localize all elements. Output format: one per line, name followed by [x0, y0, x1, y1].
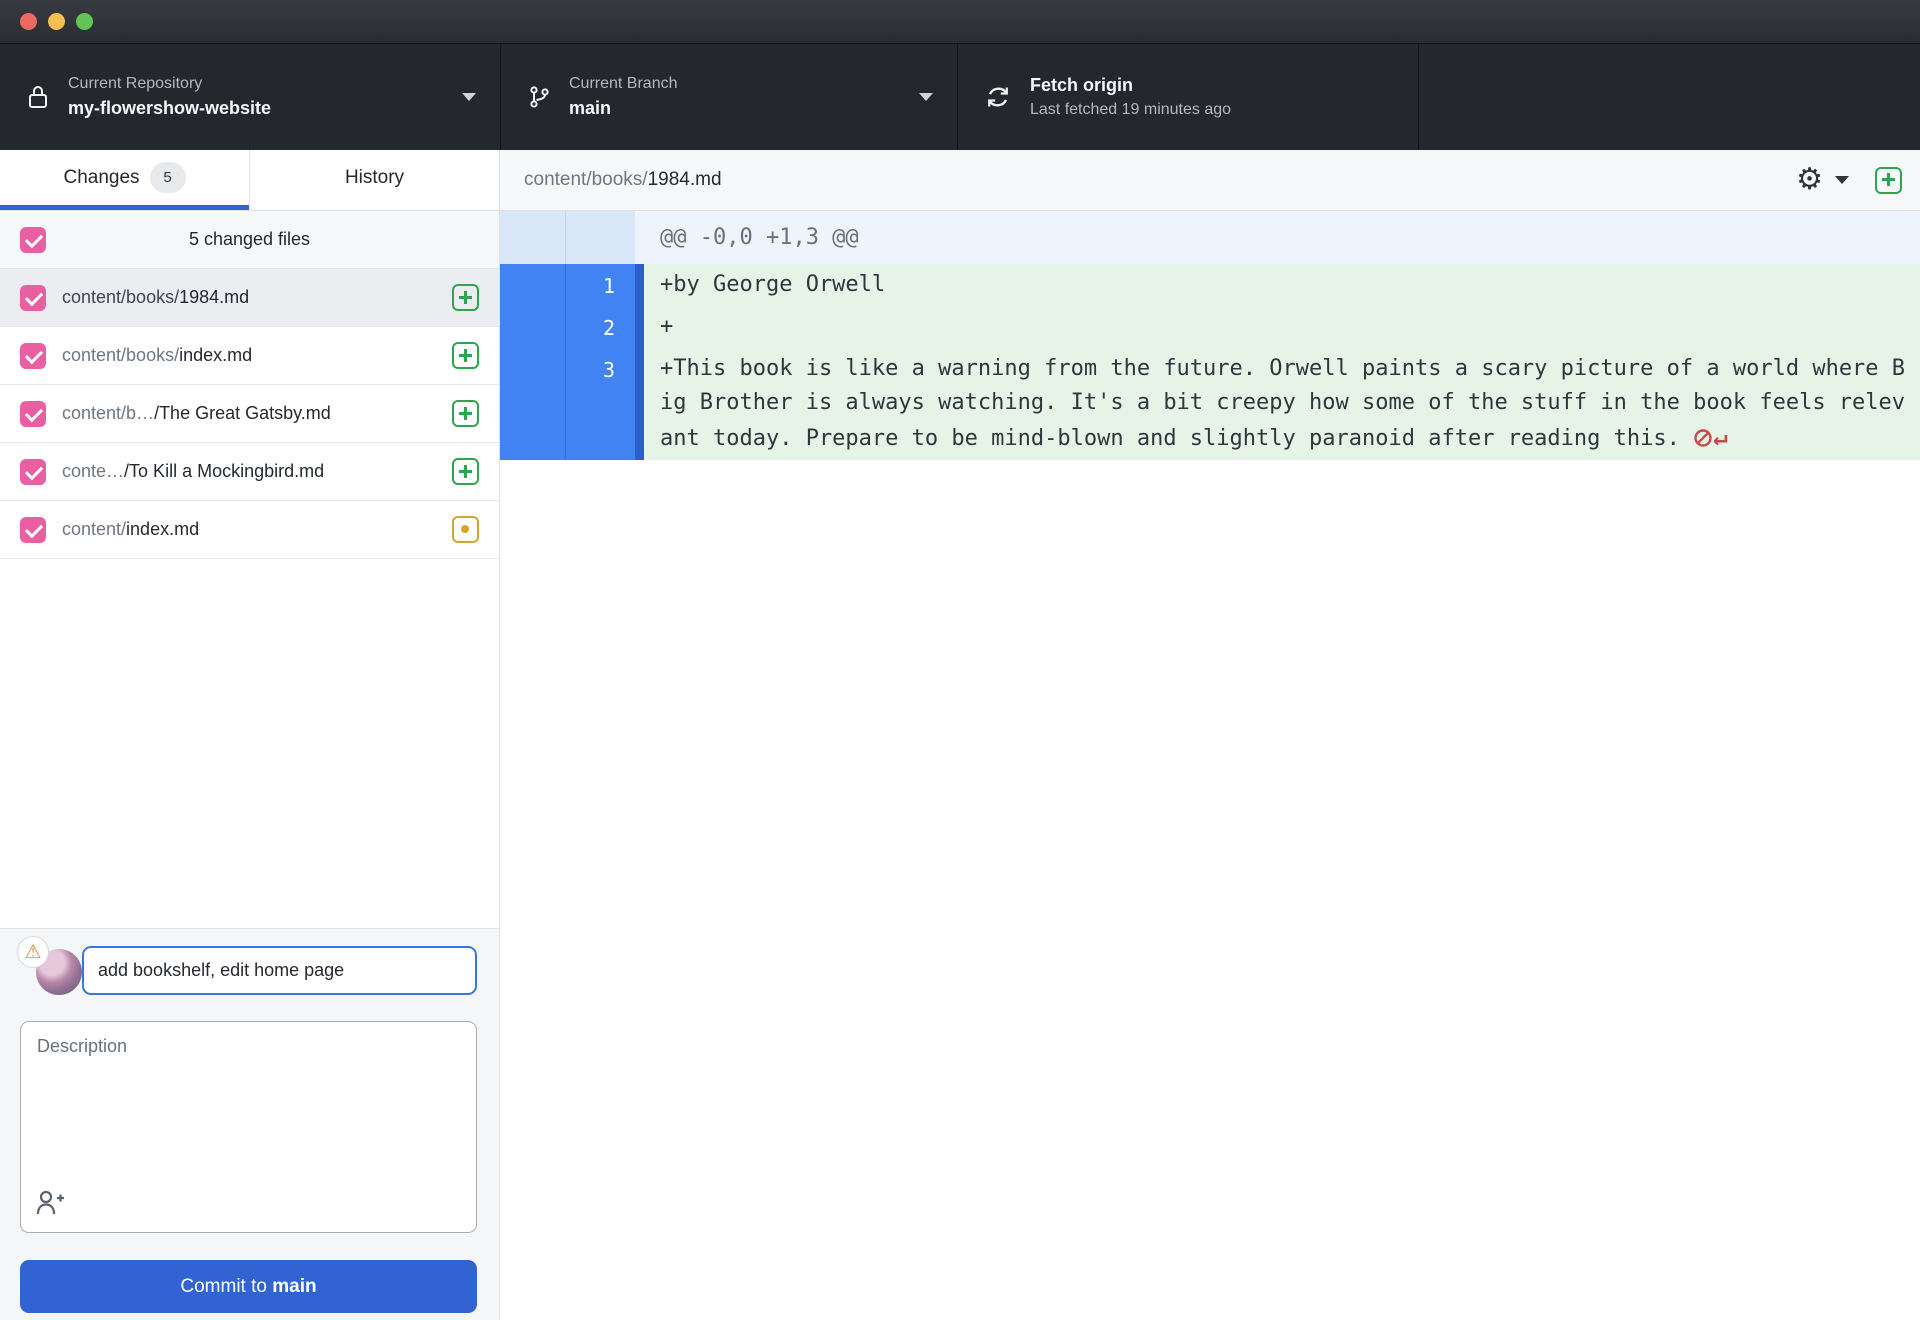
diff-line-row[interactable]: 1 +by George Orwell	[500, 264, 1920, 306]
file-name: /The Great Gatsby.md	[154, 403, 331, 423]
diff-line-row[interactable]: 2 +	[500, 306, 1920, 348]
toolbar: Current Repository my-flowershow-website…	[0, 44, 1920, 150]
file-name: /To Kill a Mockingbird.md	[124, 461, 325, 481]
file-checkbox[interactable]	[20, 516, 46, 543]
close-button[interactable]	[20, 13, 37, 30]
added-icon	[452, 400, 479, 427]
branch-name: main	[569, 98, 612, 118]
chevron-down-icon	[919, 93, 933, 101]
diff-options-button[interactable]: ⚙	[1796, 165, 1849, 195]
current-branch-button[interactable]: Current Branch main	[501, 44, 958, 150]
file-row[interactable]: conte…/To Kill a Mockingbird.md	[0, 443, 499, 501]
file-dir: content/b…	[62, 403, 155, 423]
tab-changes-label: Changes	[63, 166, 140, 188]
old-line-number	[500, 306, 565, 348]
return-arrow-icon: ↵	[1713, 423, 1728, 451]
file-dir: content/	[62, 519, 127, 539]
window-controls	[20, 13, 93, 30]
added-icon	[452, 284, 479, 311]
fetch-subtitle: Last fetched 19 minutes ago	[1030, 101, 1232, 118]
file-name: 1984.md	[179, 287, 250, 307]
diff-pane: content/books/1984.md ⚙ @@ -0,0 +1,3 @@ …	[500, 150, 1920, 1320]
diff-body: @@ -0,0 +1,3 @@ 1 +by George Orwell 2 + …	[500, 211, 1920, 1320]
add-coauthor-icon[interactable]	[36, 1189, 66, 1220]
lock-icon	[26, 83, 50, 111]
warning-icon[interactable]: ⚠	[17, 936, 49, 968]
diff-file-name: 1984.md	[647, 169, 722, 190]
diff-header: content/books/1984.md ⚙	[500, 150, 1920, 211]
commit-summary-input[interactable]	[82, 945, 477, 995]
file-list: content/books/1984.md content/books/inde…	[0, 269, 499, 559]
changes-count-badge: 5	[149, 162, 186, 193]
zoom-button[interactable]	[76, 13, 93, 30]
file-row[interactable]: content/index.md	[0, 501, 499, 559]
added-icon	[452, 342, 479, 369]
sync-icon	[984, 83, 1012, 111]
diff-line-text: +by George Orwell	[644, 264, 1920, 306]
title-bar	[0, 0, 1920, 44]
file-row[interactable]: content/b…/The Great Gatsby.md	[0, 385, 499, 443]
gear-icon: ⚙	[1796, 163, 1823, 196]
file-checkbox[interactable]	[20, 284, 46, 311]
hunk-header-text: @@ -0,0 +1,3 @@	[644, 211, 1920, 264]
chevron-down-icon	[1835, 176, 1849, 184]
changes-sidebar: Changes 5 History 5 changed files conten…	[0, 150, 500, 1320]
toolbar-filler	[1419, 44, 1920, 150]
expand-diff-button[interactable]	[1875, 166, 1902, 194]
file-row[interactable]: content/books/index.md	[0, 327, 499, 385]
diff-file-path: content/books/1984.md	[524, 169, 1796, 191]
commit-form: ⚠ Commit to main	[0, 928, 499, 1320]
new-line-number: 3	[565, 348, 635, 460]
file-checkbox[interactable]	[20, 400, 46, 427]
file-row[interactable]: content/books/1984.md	[0, 269, 499, 327]
tab-changes[interactable]: Changes 5	[0, 150, 249, 210]
file-dir: conte…	[62, 461, 125, 481]
repository-label: Current Repository	[68, 75, 203, 92]
file-list-empty-space	[0, 559, 499, 928]
tab-history[interactable]: History	[249, 150, 499, 210]
file-checkbox[interactable]	[20, 342, 46, 369]
file-name: index.md	[126, 519, 200, 539]
commit-button[interactable]: Commit to main	[20, 1260, 477, 1313]
new-line-number: 2	[565, 306, 635, 348]
old-line-number	[500, 264, 565, 306]
added-icon	[452, 458, 479, 485]
commit-branch-name: main	[272, 1275, 317, 1297]
sidebar-tabs: Changes 5 History	[0, 150, 499, 211]
file-dir: content/books/	[62, 287, 180, 307]
changed-files-count: 5 changed files	[188, 229, 311, 249]
current-repository-button[interactable]: Current Repository my-flowershow-website	[0, 44, 501, 150]
commit-description-input[interactable]	[20, 1021, 477, 1233]
changed-files-header: 5 changed files	[0, 211, 499, 269]
file-checkbox[interactable]	[20, 458, 46, 485]
diff-line-text: +This book is like a warning from the fu…	[644, 348, 1920, 460]
file-name: index.md	[179, 345, 253, 365]
diff-file-dir: content/books/	[524, 169, 648, 190]
diff-line-row[interactable]: 3 +This book is like a warning from the …	[500, 348, 1920, 460]
fetch-title: Fetch origin	[1030, 75, 1133, 95]
commit-author: ⚠	[17, 936, 82, 995]
branch-label: Current Branch	[569, 75, 678, 92]
git-branch-icon	[527, 83, 551, 111]
new-line-number: 1	[565, 264, 635, 306]
no-newline-icon: ↵	[1680, 423, 1728, 451]
repository-name: my-flowershow-website	[68, 98, 272, 118]
modified-icon	[452, 516, 479, 543]
diff-lines: 1 +by George Orwell 2 + 3 +This book is …	[500, 264, 1920, 460]
file-dir: content/books/	[62, 345, 180, 365]
diff-line-text: +	[644, 306, 1920, 348]
minimize-button[interactable]	[48, 13, 65, 30]
tab-history-label: History	[344, 166, 405, 188]
chevron-down-icon	[462, 93, 476, 101]
fetch-origin-button[interactable]: Fetch origin Last fetched 19 minutes ago	[958, 44, 1419, 150]
old-line-number	[500, 348, 565, 460]
hunk-header-row: @@ -0,0 +1,3 @@	[500, 211, 1920, 264]
